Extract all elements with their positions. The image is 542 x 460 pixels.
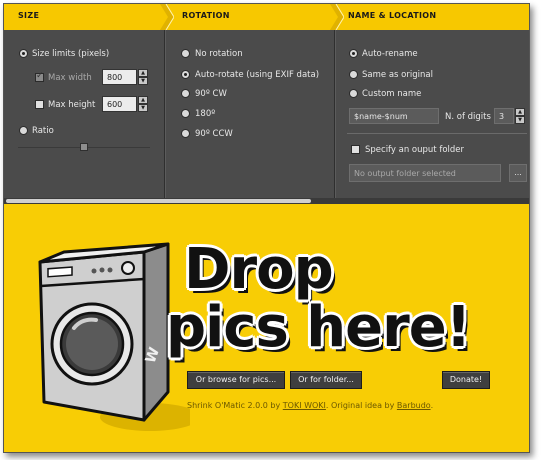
size-column: Size limits (pixels) Max width 800 ▲▼ Ma… <box>4 30 164 198</box>
ratio-label: Ratio <box>32 126 54 136</box>
size-limits-radio[interactable] <box>19 49 28 58</box>
name-location-header-label: NAME & LOCATION <box>348 11 437 20</box>
specify-folder-label: Specify an ouput folder <box>365 145 465 155</box>
drop-zone[interactable]: W Drop pics here! Or browse for pics... … <box>4 204 529 452</box>
stepper-down-icon[interactable]: ▼ <box>138 77 148 85</box>
max-height-stepper[interactable]: ▲ ▼ <box>138 96 148 112</box>
stepper-down-icon[interactable]: ▼ <box>138 104 148 112</box>
same-as-original-radio[interactable] <box>349 70 358 79</box>
auto-rename-label: Auto-rename <box>362 49 418 59</box>
toki-woki-link[interactable]: TOKI WOKI <box>283 401 326 410</box>
browse-pics-button[interactable]: Or browse for pics... <box>187 371 285 389</box>
ratio-radio[interactable] <box>19 126 28 135</box>
credit-middle: . Original idea by <box>325 401 395 410</box>
stepper-up-icon[interactable]: ▲ <box>138 69 148 77</box>
rotate-90-cw-radio[interactable] <box>181 89 190 98</box>
max-width-checkbox[interactable] <box>35 71 44 82</box>
credit-line: Shrink O'Matic 2.0.0 by TOKI WOKI. Origi… <box>187 401 433 410</box>
size-header-label: SIZE <box>18 11 40 20</box>
max-height-label: Max height <box>48 100 96 110</box>
app-window: SIZE ROTATION NAME & LOCATION Size limit… <box>3 3 530 453</box>
browse-folder-drop-button[interactable]: Or for folder... <box>290 371 362 389</box>
rotate-180-radio[interactable] <box>181 109 190 118</box>
separator-line <box>347 133 527 134</box>
max-height-checkbox[interactable] <box>35 100 44 109</box>
drop-title-line2: pics here! <box>166 295 471 360</box>
credit-prefix: Shrink O'Matic 2.0.0 by <box>187 401 281 410</box>
scrollbar-thumb[interactable] <box>6 199 311 203</box>
name-location-header: NAME & LOCATION <box>338 4 529 30</box>
auto-rotate-label: Auto-rotate (using EXIF data) <box>195 70 320 80</box>
max-height-input[interactable]: 600 <box>102 96 137 112</box>
credit-suffix: . <box>430 401 434 410</box>
stepper-down-icon[interactable]: ▼ <box>515 116 525 124</box>
ratio-slider-handle[interactable] <box>80 143 88 151</box>
same-as-original-label: Same as original <box>362 70 433 80</box>
no-rotation-radio[interactable] <box>181 49 190 58</box>
size-limits-label: Size limits (pixels) <box>32 49 110 59</box>
rotation-header-label: ROTATION <box>182 11 230 20</box>
stepper-up-icon[interactable]: ▲ <box>138 96 148 104</box>
rotate-180-label: 180º <box>195 109 216 119</box>
rotate-90-cw-label: 90º CW <box>195 89 227 99</box>
auto-rotate-radio[interactable] <box>181 70 190 79</box>
custom-name-label: Custom name <box>362 89 422 99</box>
name-pattern-input[interactable]: $name-$num <box>349 108 439 124</box>
drop-title-line1: Drop <box>184 237 334 302</box>
specify-folder-checkbox[interactable] <box>351 145 360 154</box>
output-folder-field[interactable]: No output folder selected <box>349 164 501 182</box>
digits-stepper[interactable]: ▲ ▼ <box>515 108 525 124</box>
digits-input[interactable]: 3 <box>494 108 514 124</box>
rotation-header: ROTATION <box>170 4 338 30</box>
no-rotation-label: No rotation <box>195 49 243 59</box>
barbudo-link[interactable]: Barbudo <box>397 401 431 410</box>
max-width-input[interactable]: 800 <box>102 69 137 85</box>
digits-label: N. of digits <box>445 112 491 122</box>
name-location-column: Auto-rename Same as original Custom name… <box>336 30 529 198</box>
max-width-stepper[interactable]: ▲ ▼ <box>138 69 148 85</box>
section-header: SIZE ROTATION NAME & LOCATION <box>4 4 529 30</box>
browse-folder-button[interactable]: ... <box>509 164 527 182</box>
stepper-up-icon[interactable]: ▲ <box>515 108 525 116</box>
rotate-90-ccw-radio[interactable] <box>181 129 190 138</box>
size-header: SIZE <box>4 4 170 30</box>
auto-rename-radio[interactable] <box>349 49 358 58</box>
donate-button[interactable]: Donate! <box>442 371 490 389</box>
custom-name-radio[interactable] <box>349 89 358 98</box>
max-width-label: Max width <box>48 73 92 83</box>
rotation-column: No rotation Auto-rotate (using EXIF data… <box>166 30 334 198</box>
rotate-90-ccw-label: 90º CCW <box>195 129 233 139</box>
settings-panel: Size limits (pixels) Max width 800 ▲▼ Ma… <box>4 30 529 204</box>
